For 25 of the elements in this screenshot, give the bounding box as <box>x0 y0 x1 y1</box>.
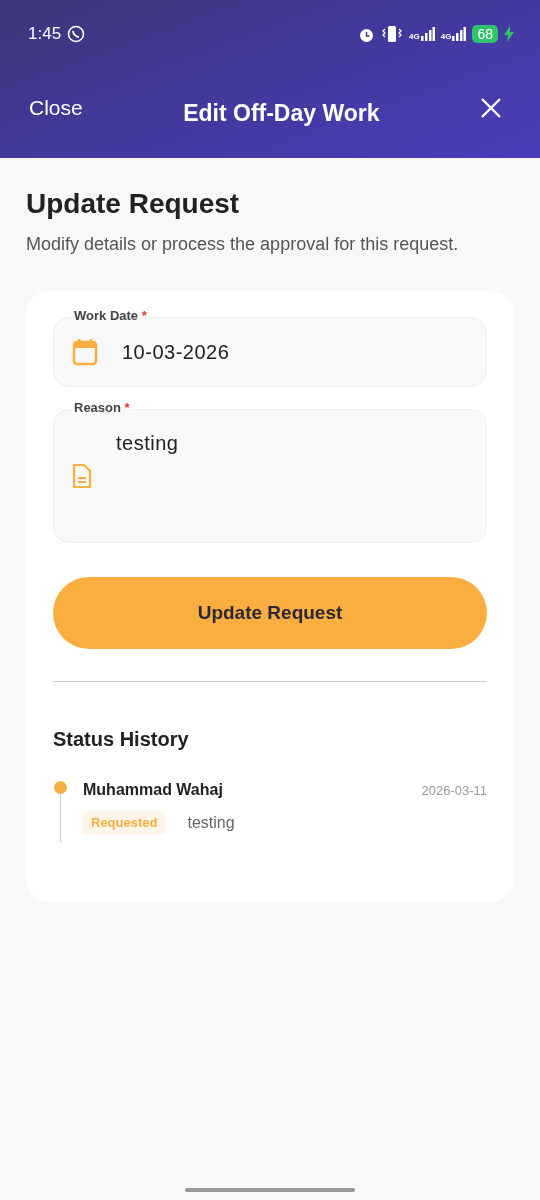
chat-app-icon <box>67 25 86 43</box>
page-title: Update Request <box>26 188 241 220</box>
signal-icon <box>420 27 435 41</box>
field-value: testing <box>116 432 179 455</box>
status-badge: Requested <box>83 811 166 834</box>
battery-level: 68 <box>472 25 498 43</box>
close-icon[interactable] <box>480 97 502 119</box>
network-type: 4G <box>440 32 452 41</box>
field-label: Work Date * <box>73 308 148 323</box>
calendar-icon <box>72 338 98 366</box>
signal-icon <box>452 27 467 41</box>
document-icon <box>72 463 92 489</box>
entry-date: 2026-03-11 <box>421 782 487 798</box>
entry-note: testing <box>187 813 235 832</box>
section-title: Status History <box>53 728 190 751</box>
network-type: 4G <box>409 32 420 41</box>
page-subtitle: Modify details or process the approval for this request. <box>26 234 460 255</box>
field-label: Reason * <box>73 400 131 415</box>
header-title: Edit Off-Day Work <box>182 99 381 127</box>
update-request-button[interactable]: Update Request <box>53 577 487 649</box>
vibrate-icon <box>381 25 404 43</box>
close-button[interactable]: Close <box>29 96 83 120</box>
status-time: 1:45 <box>28 24 62 44</box>
field-value: 10-03-2026 <box>122 340 230 364</box>
user-name: Muhammad Wahaj <box>83 781 223 799</box>
